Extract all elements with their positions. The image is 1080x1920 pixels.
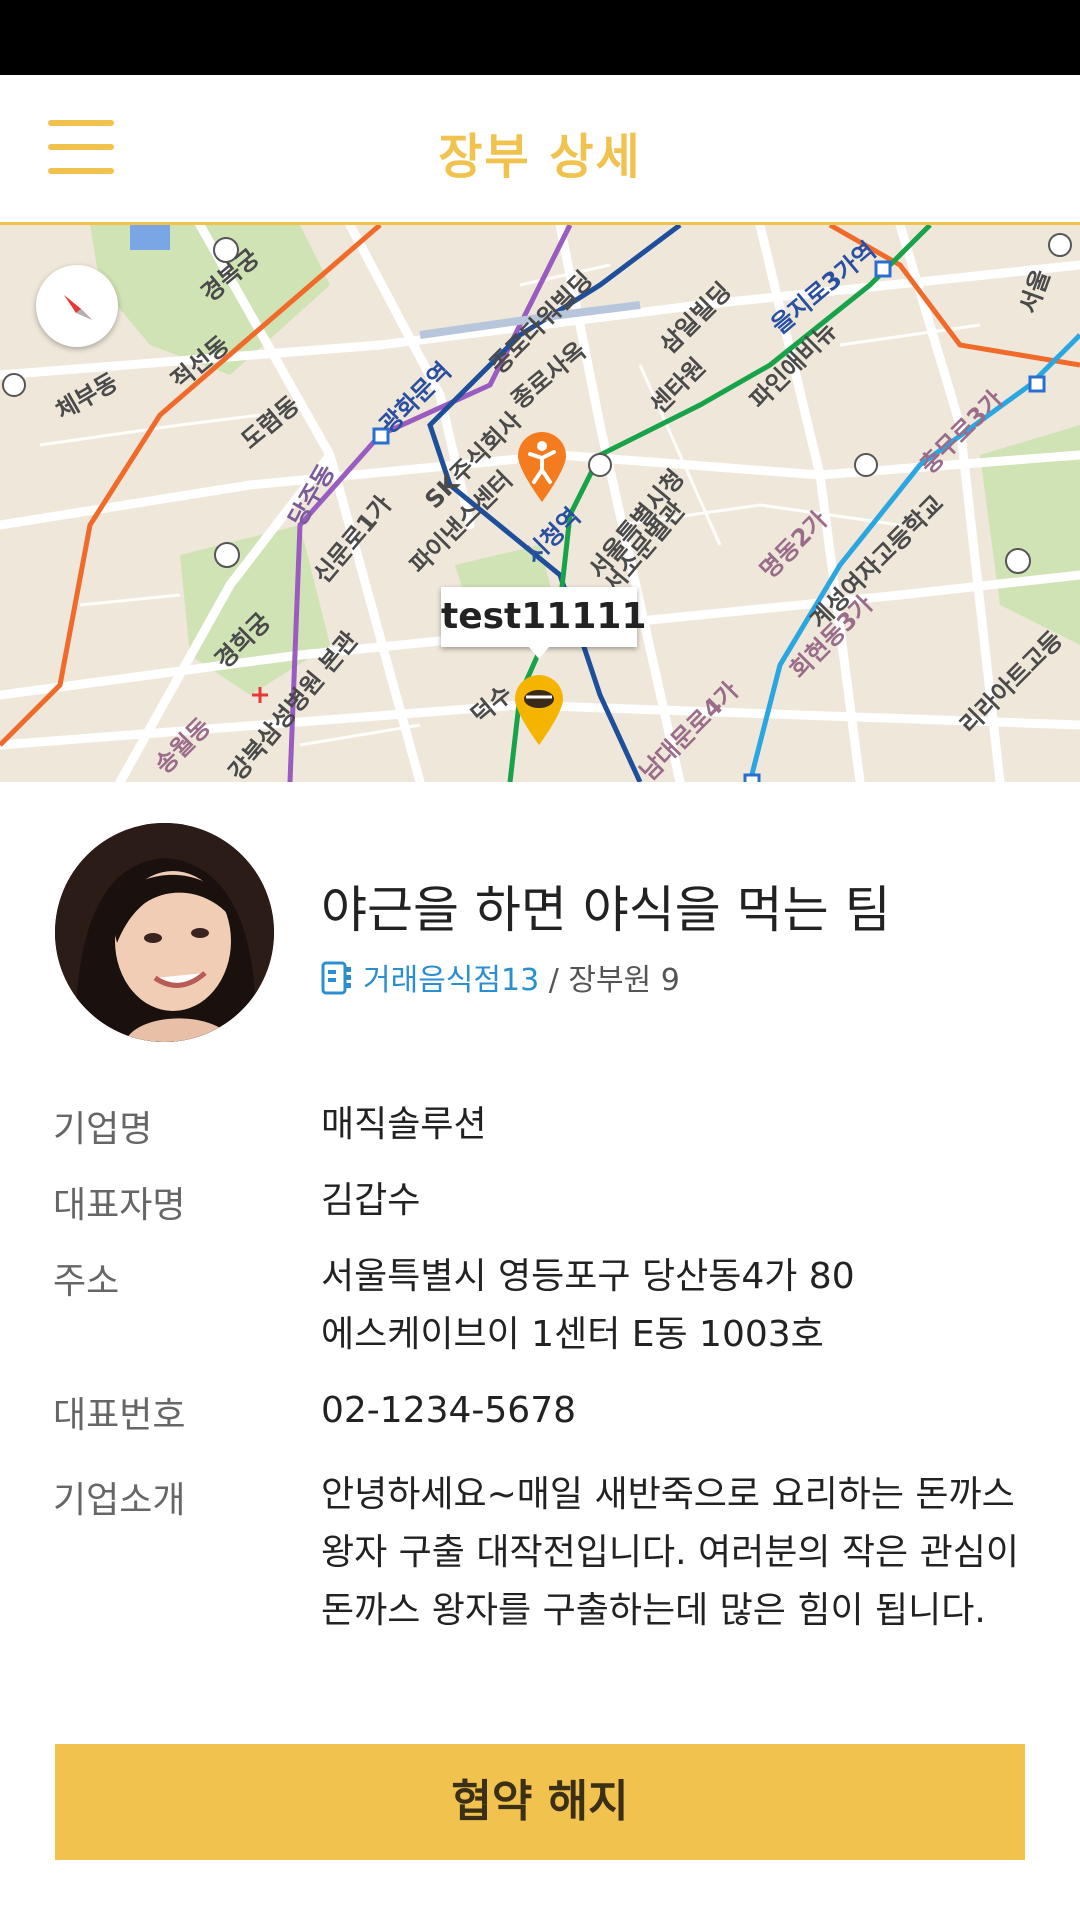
restaurant-pin-icon[interactable]	[511, 673, 567, 745]
page-title: 장부 상세	[438, 129, 642, 185]
svg-text:남대문로4가: 남대문로4가	[634, 677, 744, 782]
map-view[interactable]: 경복궁 체부동 적선동 도렴동 광화문역 종로타워빌딩 종로사옥 삼일빌딩 을지…	[0, 225, 1080, 782]
svg-text:당주동: 당주동	[283, 460, 340, 531]
svg-text:명동2가: 명동2가	[754, 506, 832, 584]
intro-value: 안녕하세요~매일 새반죽으로 요리하는 돈까스왕자 구출 대작전입니다. 여러분…	[321, 1474, 1019, 1631]
company-label: 기업명	[53, 1109, 153, 1150]
company-value: 매직솔루션	[321, 1104, 487, 1145]
member-count: 9	[660, 963, 680, 998]
address-line-1: 서울특별시 영등포구 당산동4가 80	[321, 1256, 855, 1297]
avatar	[55, 823, 274, 1042]
svg-text:체부동: 체부동	[51, 368, 122, 425]
compass-icon[interactable]	[36, 265, 118, 347]
app-header: 장부 상세	[0, 75, 1080, 225]
status-bar	[0, 0, 1080, 75]
restaurant-link[interactable]: 거래음식점13	[363, 963, 539, 998]
address-line-2: 에스케이브이 1센터 E동 1003호	[321, 1314, 824, 1355]
intro-label: 기업소개	[53, 1480, 186, 1521]
team-name: 야근을 하면 야식을 먹는 팀	[321, 881, 891, 939]
phone-label: 대표번호	[53, 1395, 186, 1436]
member-label: 장부원	[568, 963, 652, 998]
svg-text:덕수: 덕수	[466, 680, 518, 730]
marker-label: test11111	[441, 587, 647, 659]
ledger-book-icon	[321, 961, 353, 1003]
subline-separator: /	[548, 963, 559, 998]
svg-text:센타원: 센타원	[644, 353, 711, 420]
address-value: 서울특별시 영등포구 당산동4가 80 에스케이브이 1센터 E동 1003호	[321, 1248, 1021, 1364]
svg-text:도렴동: 도렴동	[236, 391, 305, 455]
svg-text:시청역: 시청역	[519, 503, 586, 570]
profile-subline: 거래음식점13 / 장부원 9	[321, 955, 680, 1003]
ceo-label: 대표자명	[53, 1185, 186, 1226]
svg-text:송월동: 송월동	[149, 713, 216, 780]
svg-text:삼일빌딩: 삼일빌딩	[654, 277, 736, 359]
user-location-pin-icon[interactable]	[514, 430, 570, 502]
address-label: 주소	[53, 1261, 120, 1302]
phone-value[interactable]: 02-1234-5678	[321, 1382, 1021, 1440]
ceo-value: 김갑수	[321, 1180, 421, 1221]
terminate-agreement-button[interactable]: 협약 해지	[55, 1744, 1025, 1860]
